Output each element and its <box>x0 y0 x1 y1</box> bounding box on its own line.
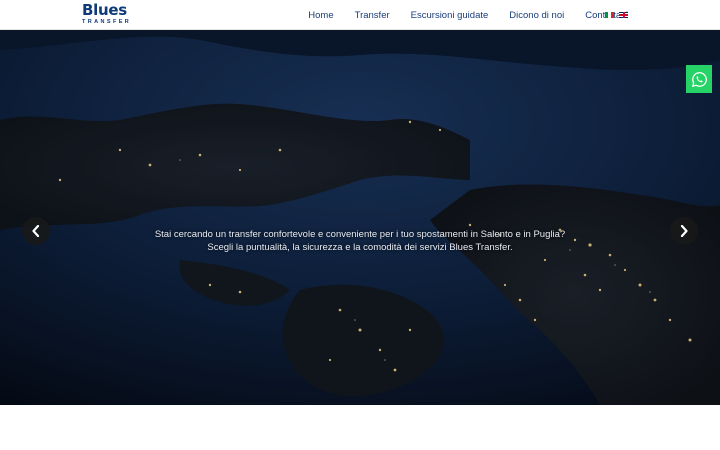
main-nav: Home Transfer Escursioni guidate Dicono … <box>287 0 628 30</box>
italian-flag-icon[interactable] <box>605 12 614 18</box>
slider-next-button[interactable] <box>670 217 698 245</box>
nav-transfer[interactable]: Transfer <box>355 10 390 21</box>
english-flag-icon[interactable] <box>619 12 628 18</box>
chevron-right-icon <box>680 225 688 237</box>
hero-slider: Stai cercando un transfer confortevole e… <box>0 30 720 405</box>
slider-prev-button[interactable] <box>22 217 50 245</box>
hero-background-image <box>0 30 720 405</box>
whatsapp-button[interactable] <box>686 65 712 93</box>
nav-dicono-di-noi[interactable]: Dicono di noi <box>509 10 564 21</box>
site-header: Blues TRANSFER Home Transfer Escursioni … <box>0 0 720 30</box>
whatsapp-icon <box>691 71 707 87</box>
chevron-left-icon <box>32 225 40 237</box>
hero-caption: Stai cercando un transfer confortevole e… <box>0 228 720 254</box>
hero-caption-line-1: Stai cercando un transfer confortevole e… <box>154 229 566 240</box>
language-switcher <box>605 12 633 18</box>
logo-wordmark: Blues <box>82 1 127 19</box>
nav-home[interactable]: Home <box>308 10 333 21</box>
hero-caption-line-2: Scegli la puntualità, la sicurezza e la … <box>207 242 513 253</box>
logo-tagline: TRANSFER <box>82 19 132 25</box>
nav-escursioni-guidate[interactable]: Escursioni guidate <box>411 10 489 21</box>
logo[interactable]: Blues TRANSFER <box>82 3 142 27</box>
